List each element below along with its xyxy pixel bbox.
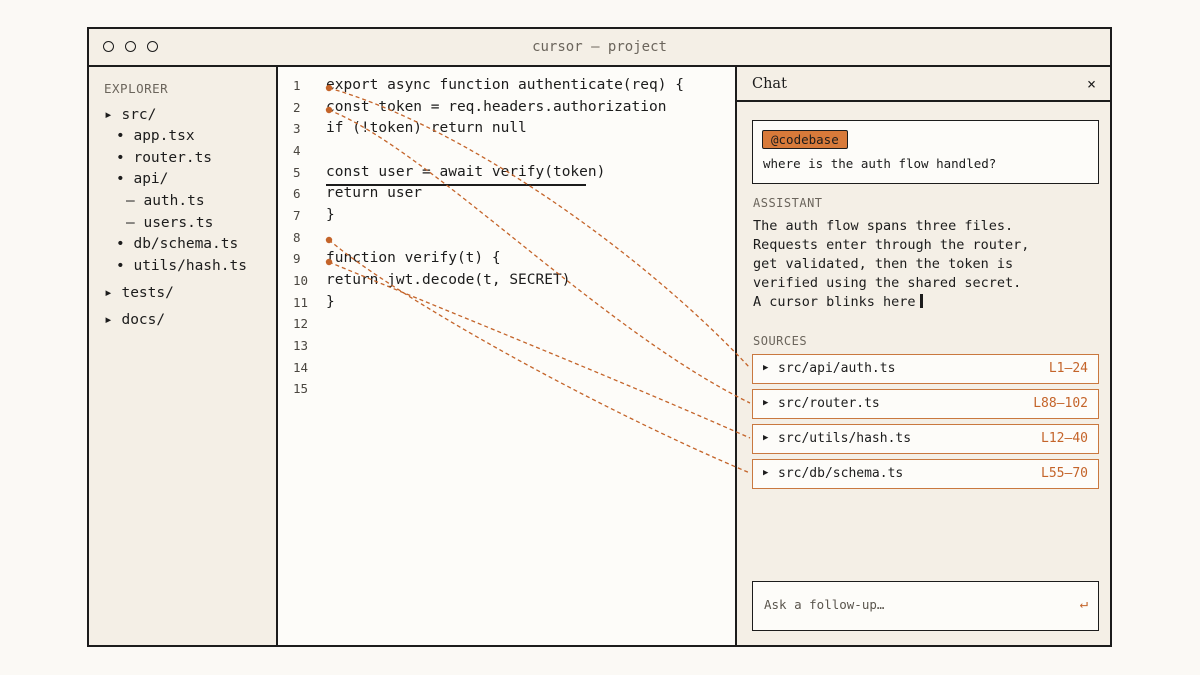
chevron-right-icon: ▶ <box>763 433 769 443</box>
tree-file-router[interactable]: • router.ts <box>116 150 212 166</box>
codebase-tag[interactable]: @codebase <box>762 130 848 149</box>
chat-header: Chat × <box>737 67 1110 102</box>
source-item[interactable]: ▶ src/router.ts L88–102 <box>752 389 1099 419</box>
code-line: return user <box>326 185 423 201</box>
line-number: 4 <box>293 143 301 158</box>
line-number: 6 <box>293 186 301 201</box>
answer-line: get validated, then the token is <box>753 256 1014 272</box>
close-icon[interactable]: × <box>1087 75 1096 93</box>
code-editor[interactable]: 1 2 3 4 5 6 7 8 9 10 11 12 13 14 15 expo… <box>278 67 737 645</box>
code-line: } <box>326 294 335 310</box>
tree-folder-api[interactable]: • api/ <box>116 171 168 187</box>
chat-title: Chat <box>752 76 787 92</box>
code-line: if (!token) return null <box>326 120 527 136</box>
code-line: const token = req.headers.authorization <box>326 99 667 115</box>
chevron-right-icon: ▶ <box>763 398 769 408</box>
assistant-label: ASSISTANT <box>753 196 823 210</box>
followup-input[interactable] <box>762 596 1056 613</box>
answer-line: Requests enter through the router, <box>753 237 1030 253</box>
line-number: 2 <box>293 100 301 115</box>
line-number: 8 <box>293 230 301 245</box>
app-window: cursor — project EXPLORER ▸ src/ • app.t… <box>87 27 1112 647</box>
text-cursor <box>919 294 923 308</box>
line-number: 12 <box>293 316 309 331</box>
line-number: 1 <box>293 78 301 93</box>
source-path: src/db/schema.ts <box>778 466 904 481</box>
source-range: L88–102 <box>1033 396 1088 411</box>
tree-file-hash[interactable]: • utils/hash.ts <box>116 258 247 274</box>
answer-line-text: A cursor blinks here <box>753 294 916 310</box>
code-line: function verify(t) { <box>326 250 501 266</box>
line-number: 5 <box>293 165 301 180</box>
code-line: } <box>326 207 335 223</box>
user-query-text: where is the auth flow handled? <box>763 156 997 171</box>
tree-folder-src[interactable]: ▸ src/ <box>104 107 156 123</box>
chat-panel: Chat × @codebase where is the auth flow … <box>737 67 1110 645</box>
tree-file-auth[interactable]: — auth.ts <box>126 193 205 209</box>
enter-icon[interactable]: ↵ <box>1080 596 1088 612</box>
code-line: export async function authenticate(req) … <box>326 77 684 93</box>
source-item[interactable]: ▶ src/utils/hash.ts L12–40 <box>752 424 1099 454</box>
line-number: 7 <box>293 208 301 223</box>
explorer-sidebar: EXPLORER ▸ src/ • app.tsx • router.ts • … <box>89 67 278 645</box>
answer-line: The auth flow spans three files. <box>753 218 1014 234</box>
chevron-right-icon: ▶ <box>763 363 769 373</box>
source-item[interactable]: ▶ src/db/schema.ts L55–70 <box>752 459 1099 489</box>
source-item[interactable]: ▶ src/api/auth.ts L1–24 <box>752 354 1099 384</box>
sources-label: SOURCES <box>753 334 808 348</box>
chevron-right-icon: ▶ <box>763 468 769 478</box>
tree-file-schema[interactable]: • db/schema.ts <box>116 236 238 252</box>
window-title: cursor — project <box>532 39 667 55</box>
code-line: const user = await verify(token) <box>326 164 606 180</box>
user-query-card: @codebase where is the auth flow handled… <box>752 120 1099 184</box>
line-number: 3 <box>293 121 301 136</box>
source-range: L55–70 <box>1041 466 1088 481</box>
line-number: 15 <box>293 381 309 396</box>
code-line: return jwt.decode(t, SECRET) <box>326 272 571 288</box>
line-number: 10 <box>293 273 309 288</box>
line-number: 11 <box>293 295 309 310</box>
source-path: src/router.ts <box>778 396 880 411</box>
answer-line: verified using the shared secret. <box>753 275 1022 291</box>
title-bar: cursor — project <box>89 29 1110 67</box>
explorer-heading: EXPLORER <box>104 81 169 96</box>
source-path: src/utils/hash.ts <box>778 431 912 446</box>
line-number: 14 <box>293 360 309 375</box>
line-number: 9 <box>293 251 301 266</box>
tree-file-app[interactable]: • app.tsx <box>116 128 195 144</box>
source-path: src/api/auth.ts <box>778 361 896 376</box>
followup-box[interactable]: ↵ <box>752 581 1099 631</box>
tree-file-users[interactable]: — users.ts <box>126 215 213 231</box>
tree-folder-tests[interactable]: ▸ tests/ <box>104 285 174 301</box>
source-range: L12–40 <box>1041 431 1088 446</box>
tree-folder-docs[interactable]: ▸ docs/ <box>104 312 165 328</box>
answer-line-with-cursor: A cursor blinks here <box>753 294 923 310</box>
source-range: L1–24 <box>1048 361 1088 376</box>
line-number: 13 <box>293 338 309 353</box>
